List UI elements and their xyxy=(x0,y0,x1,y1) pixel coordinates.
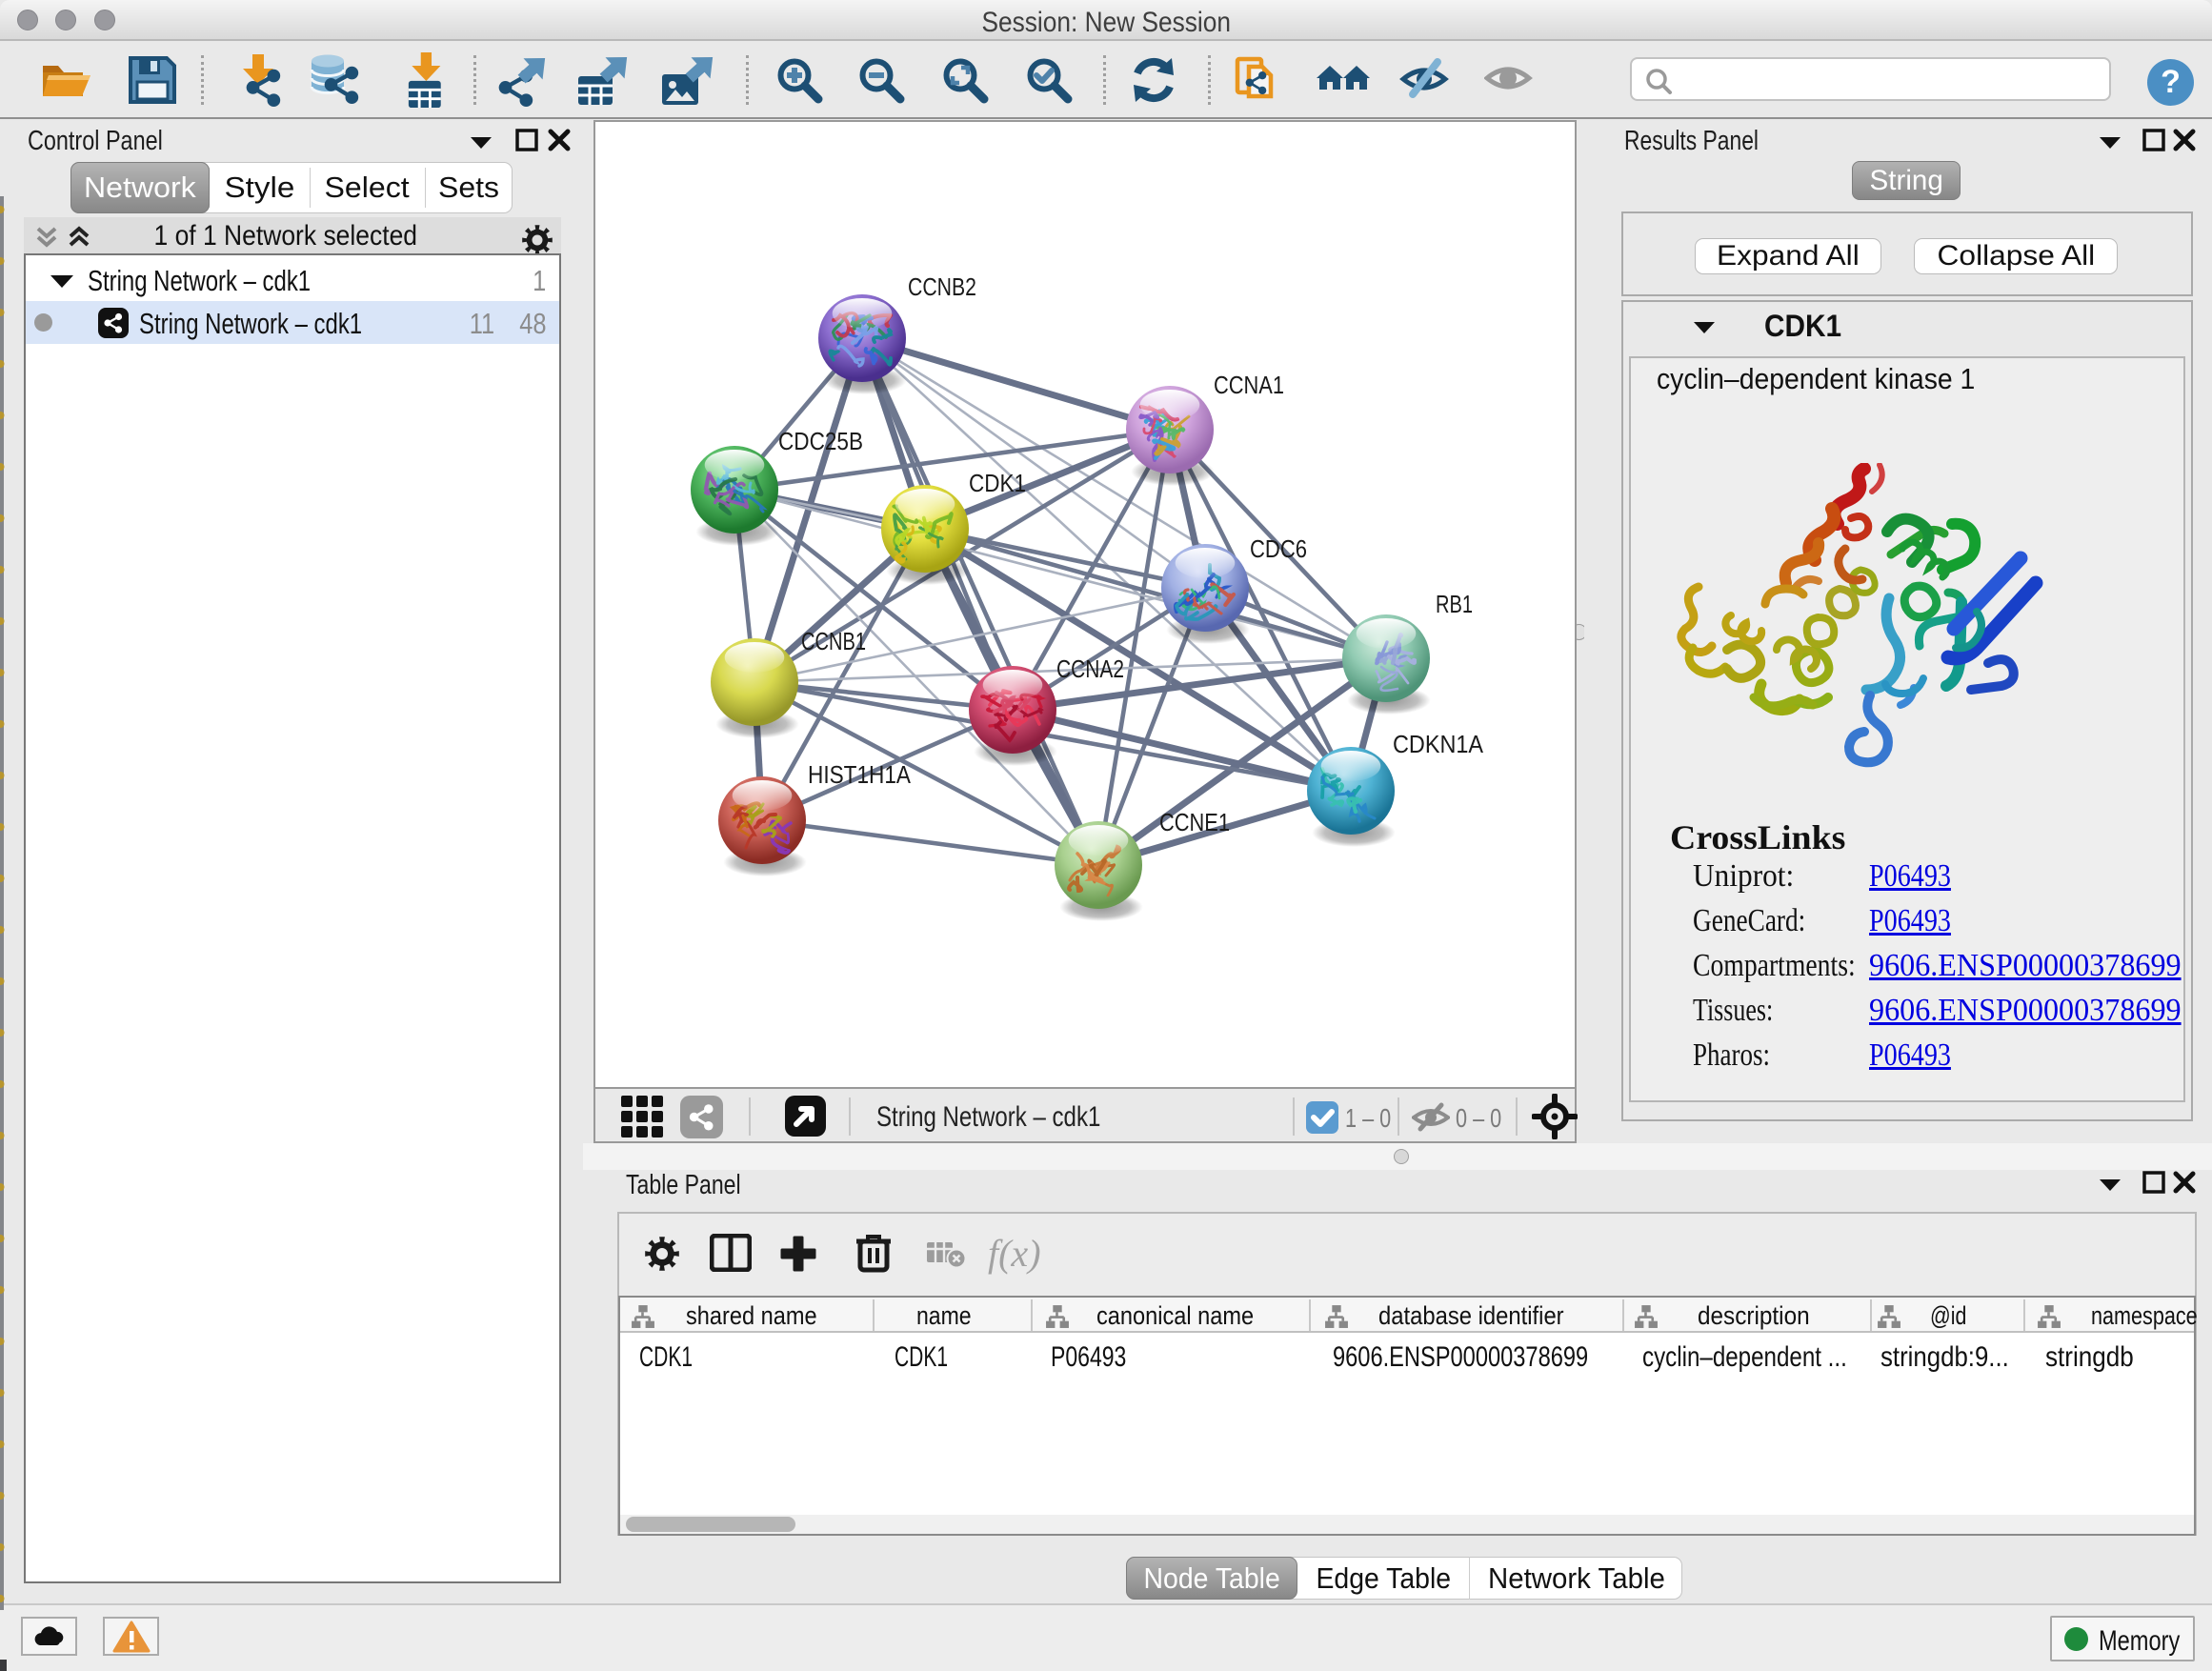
svg-text:CDC6: CDC6 xyxy=(1250,536,1307,563)
svg-text:HIST1H1A: HIST1H1A xyxy=(808,762,911,789)
svg-text:RB1: RB1 xyxy=(1436,592,1473,618)
svg-text:CCNE1: CCNE1 xyxy=(1159,810,1230,836)
svg-text:CCNA1: CCNA1 xyxy=(1214,372,1284,399)
svg-text:CDC25B: CDC25B xyxy=(778,429,863,455)
svg-text:CCNB2: CCNB2 xyxy=(908,274,976,301)
svg-text:CCNB1: CCNB1 xyxy=(801,629,866,655)
svg-text:CDK1: CDK1 xyxy=(969,471,1026,497)
svg-text:CDKN1A: CDKN1A xyxy=(1393,732,1483,758)
svg-text:CCNA2: CCNA2 xyxy=(1056,656,1124,683)
